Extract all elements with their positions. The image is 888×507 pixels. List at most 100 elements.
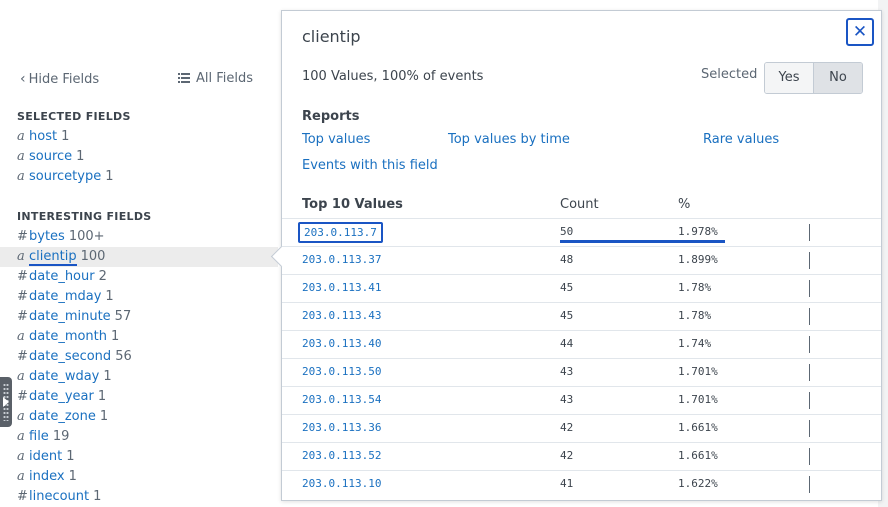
all-fields-button[interactable]: All Fields — [178, 71, 253, 86]
value-link[interactable]: 203.0.113.40 — [302, 337, 381, 350]
percent-cell: 1.661% — [678, 421, 718, 434]
field-count: 1 — [105, 289, 114, 304]
value-link[interactable]: 203.0.113.10 — [302, 477, 381, 490]
field-count: 100+ — [68, 229, 105, 244]
chevron-left-icon: ‹ — [20, 71, 26, 87]
rare-values-link[interactable]: Rare values — [703, 132, 779, 147]
count-cell: 41 — [560, 477, 574, 490]
field-count: 1 — [97, 389, 107, 404]
close-button[interactable]: ✕ — [846, 18, 874, 46]
field-item-host[interactable]: a host 1 — [17, 127, 69, 147]
focus-underline — [560, 240, 725, 243]
field-name: date_zone — [29, 409, 96, 424]
table-row: 203.0.113.41 45 1.78% — [282, 274, 881, 302]
field-item-date-month[interactable]: a date_month 1 — [17, 327, 119, 347]
value-link[interactable]: 203.0.113.54 — [302, 393, 381, 406]
selected-fields-title: SELECTED FIELDS — [17, 110, 131, 123]
col-header-value: Top 10 Values — [302, 197, 403, 212]
table-row: 203.0.113.7 50 1.978% — [282, 218, 881, 246]
field-name: sourcetype — [29, 169, 102, 184]
field-item-date-second[interactable]: #date_second 56 — [17, 347, 132, 367]
selected-toggle: Yes No — [764, 62, 863, 94]
field-type-icon: a — [17, 409, 25, 424]
top-values-by-time-link[interactable]: Top values by time — [448, 132, 570, 147]
count-cell: 42 — [560, 449, 574, 462]
panel-drag-handle[interactable] — [0, 377, 12, 427]
all-fields-label: All Fields — [196, 71, 254, 86]
count-cell: 48 — [560, 253, 574, 266]
values-summary: 100 Values, 100% of events — [302, 69, 484, 84]
field-type-icon: a — [17, 329, 25, 344]
table-row: 203.0.113.50 43 1.701% — [282, 358, 881, 386]
selected-no-button[interactable]: No — [813, 63, 862, 93]
field-type-icon: a — [17, 149, 25, 164]
value-link[interactable]: 203.0.113.50 — [302, 365, 381, 378]
top-values-link[interactable]: Top values — [302, 132, 370, 147]
field-type-icon: # — [17, 309, 28, 324]
field-name: date_month — [29, 329, 108, 344]
count-cell: 43 — [560, 365, 574, 378]
field-name: date_hour — [29, 269, 95, 284]
field-item-date-year[interactable]: #date_year 1 — [17, 387, 106, 407]
field-name: date_mday — [29, 289, 102, 304]
events-with-field-link[interactable]: Events with this field — [302, 158, 438, 173]
field-item-bytes[interactable]: #bytes 100+ — [17, 227, 105, 247]
value-link[interactable]: 203.0.113.36 — [302, 421, 381, 434]
field-count: 1 — [61, 129, 70, 144]
field-item-sourcetype[interactable]: a sourcetype 1 — [17, 167, 114, 187]
field-name: date_wday — [29, 369, 100, 384]
field-type-icon: a — [17, 429, 25, 444]
count-cell: 45 — [560, 309, 574, 322]
field-count: 1 — [105, 169, 114, 184]
field-name: linecount — [29, 489, 90, 504]
table-row: 203.0.113.10 41 1.622% — [282, 470, 881, 498]
value-link[interactable]: 203.0.113.52 — [302, 449, 381, 462]
value-link[interactable]: 203.0.113.43 — [302, 309, 381, 322]
field-count: 19 — [52, 429, 70, 444]
field-type-icon: a — [17, 469, 25, 484]
percent-bar — [809, 252, 810, 269]
field-type-icon: a — [17, 449, 25, 464]
value-link[interactable]: 203.0.113.7 — [298, 222, 383, 243]
selected-label: Selected — [701, 67, 758, 82]
field-count: 1 — [99, 409, 109, 424]
selected-yes-button[interactable]: Yes — [765, 63, 813, 93]
percent-cell: 1.978% — [678, 225, 718, 238]
field-count: 1 — [111, 329, 120, 344]
table-row: 203.0.113.36 42 1.661% — [282, 414, 881, 442]
count-cell: 50 — [560, 225, 574, 238]
field-name: host — [29, 129, 58, 144]
field-item-date-zone[interactable]: a date_zone 1 — [17, 407, 108, 427]
value-link[interactable]: 203.0.113.37 — [302, 253, 381, 266]
field-item-date-hour[interactable]: #date_hour 2 — [17, 267, 107, 287]
field-name: bytes — [29, 229, 65, 244]
field-type-icon: # — [17, 229, 28, 244]
field-type-icon: # — [17, 389, 28, 404]
field-item-linecount[interactable]: #linecount 1 — [17, 487, 101, 507]
field-item-ident[interactable]: a ident 1 — [17, 447, 74, 467]
field-count: 1 — [66, 449, 75, 464]
field-count: 100 — [80, 249, 106, 264]
popover-title: clientip — [302, 27, 361, 46]
hide-fields-button[interactable]: ‹ Hide Fields — [20, 71, 99, 87]
list-icon — [178, 73, 190, 83]
field-item-file[interactable]: a file 19 — [17, 427, 69, 447]
field-item-date-wday[interactable]: a date_wday 1 — [17, 367, 112, 387]
percent-bar — [809, 308, 810, 325]
percent-bar — [809, 224, 810, 241]
field-name: ident — [29, 449, 63, 464]
fields-sidebar: ‹ Hide Fields All Fields SELECTED FIELDS … — [0, 0, 278, 507]
percent-cell: 1.78% — [678, 281, 712, 294]
field-type-icon: a — [17, 129, 25, 144]
field-count: 1 — [103, 369, 112, 384]
percent-bar — [809, 336, 810, 353]
field-item-source[interactable]: a source 1 — [17, 147, 84, 167]
field-item-date-mday[interactable]: #date_mday 1 — [17, 287, 114, 307]
value-link[interactable]: 203.0.113.41 — [302, 281, 381, 294]
percent-cell: 1.701% — [678, 393, 718, 406]
field-item-index[interactable]: a index 1 — [17, 467, 77, 487]
field-item-clientip[interactable]: a clientip 100 — [0, 247, 278, 267]
field-count: 57 — [114, 309, 132, 324]
percent-cell: 1.622% — [678, 477, 718, 490]
field-item-date-minute[interactable]: #date_minute 57 — [17, 307, 131, 327]
